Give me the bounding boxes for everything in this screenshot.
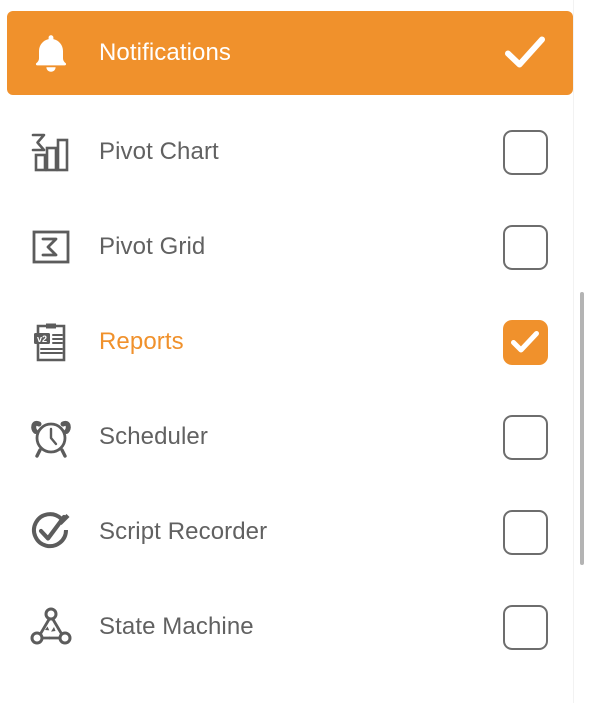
checkbox-cell[interactable] (477, 395, 573, 479)
list-item-label: Reports (99, 327, 184, 355)
checkbox-pivot-grid[interactable] (502, 224, 548, 270)
checkbox-scheduler[interactable] (502, 414, 548, 460)
vertical-scrollbar[interactable] (573, 0, 589, 703)
bell-icon (7, 11, 95, 95)
checkbox-cell[interactable] (477, 205, 573, 289)
list-item-label: State Machine (99, 612, 254, 640)
reports-icon-badge-text: v2 (37, 334, 47, 344)
pivot-grid-icon (7, 205, 95, 289)
pivot-chart-icon (7, 110, 95, 194)
list-item-pivot-grid[interactable]: Pivot Grid (7, 205, 573, 289)
scrollbar-thumb[interactable] (580, 292, 584, 565)
checkbox-reports[interactable] (502, 319, 548, 365)
checkbox-pivot-chart[interactable] (502, 129, 548, 175)
checkbox-cell[interactable] (477, 490, 573, 574)
list-item-label: Scheduler (99, 422, 208, 450)
list-item-reports[interactable]: v2 Reports (7, 300, 573, 384)
list-item-label: Pivot Grid (99, 232, 206, 260)
checkbox-state-machine[interactable] (502, 604, 548, 650)
checkbox-cell[interactable] (477, 300, 573, 384)
list-item-state-machine[interactable]: State Machine (7, 585, 573, 669)
list-item-pivot-chart[interactable]: Pivot Chart (7, 110, 573, 194)
checkbox-script-recorder[interactable] (502, 509, 548, 555)
list-item-label: Pivot Chart (99, 137, 219, 165)
reports-clipboard-icon: v2 (7, 300, 95, 384)
list-item-script-recorder[interactable]: Script Recorder (7, 490, 573, 574)
checkbox-cell[interactable] (477, 110, 573, 194)
script-recorder-icon (7, 490, 95, 574)
list-item-scheduler[interactable]: Scheduler (7, 395, 573, 479)
feature-list-screen: Notifications Pivot Chart Pivot Grid v2 … (0, 0, 589, 703)
list-item-label: Script Recorder (99, 517, 268, 545)
checkbox-cell[interactable] (477, 585, 573, 669)
checkbox-cell[interactable] (477, 11, 573, 95)
feature-list: Notifications Pivot Chart Pivot Grid v2 … (0, 0, 573, 703)
list-item-label: Notifications (99, 38, 232, 66)
list-item-notifications[interactable]: Notifications (7, 11, 573, 95)
alarm-clock-icon (7, 395, 95, 479)
checkbox-notifications[interactable] (499, 27, 551, 79)
state-machine-icon (7, 585, 95, 669)
